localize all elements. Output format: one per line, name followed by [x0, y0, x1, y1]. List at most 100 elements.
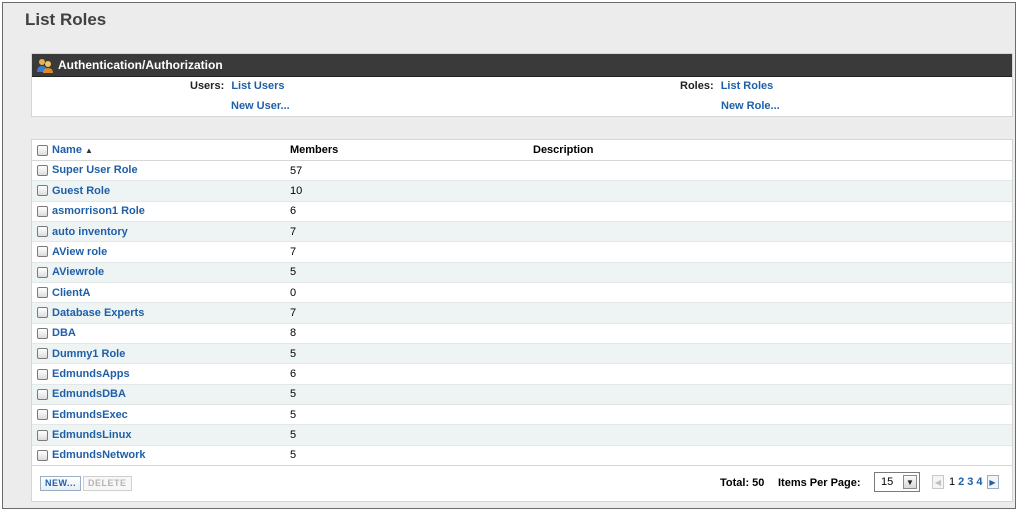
- items-per-page-value: 15: [881, 476, 894, 488]
- role-name-link[interactable]: DBA: [52, 327, 76, 339]
- role-name-link[interactable]: EdmundsDBA: [52, 388, 126, 400]
- role-description: [533, 241, 1012, 263]
- role-members: 6: [290, 201, 533, 222]
- table-row: AViewrole 5: [32, 262, 1012, 283]
- sort-ascending-icon: ▲: [84, 145, 93, 155]
- row-checkbox[interactable]: [37, 368, 48, 380]
- role-name-link[interactable]: EdmundsApps: [52, 368, 130, 380]
- total-count: Total: 50: [720, 477, 765, 489]
- role-description: [533, 424, 1012, 446]
- row-checkbox[interactable]: [37, 165, 48, 177]
- select-all-checkbox[interactable]: [37, 144, 48, 156]
- page-link[interactable]: 3: [967, 476, 973, 488]
- role-description: [533, 445, 1012, 467]
- table-row: Dummy1 Role 5: [32, 343, 1012, 365]
- table-row: ClientA 0: [32, 282, 1012, 304]
- role-members: 5: [290, 404, 533, 426]
- role-name-link[interactable]: AView role: [52, 246, 107, 258]
- role-name-link[interactable]: Database Experts: [52, 307, 144, 319]
- page-link[interactable]: 2: [958, 476, 964, 488]
- table-row: Guest Role 10: [32, 180, 1012, 202]
- role-name-link[interactable]: Guest Role: [52, 185, 110, 197]
- role-members: 7: [290, 302, 533, 324]
- list-roles-link[interactable]: List Roles: [721, 80, 774, 92]
- roles-label: Roles:: [680, 80, 714, 92]
- auth-panel: Authentication/Authorization Users: List…: [31, 53, 1013, 117]
- role-name-link[interactable]: AViewrole: [52, 266, 104, 278]
- next-page-icon[interactable]: ▶: [986, 475, 999, 489]
- new-role-button[interactable]: NEW...: [40, 476, 82, 491]
- role-members: 7: [290, 221, 533, 243]
- description-column-header: Description: [533, 140, 1012, 161]
- table-row: EdmundsDBA 5: [32, 384, 1012, 405]
- previous-page-icon[interactable]: ◀: [932, 475, 944, 489]
- role-description: [533, 384, 1012, 405]
- row-checkbox[interactable]: [37, 348, 48, 360]
- table-row: EdmundsExec 5: [32, 404, 1012, 426]
- role-description: [533, 201, 1012, 222]
- list-users-link[interactable]: List Users: [231, 80, 284, 92]
- table-row: AView role 7: [32, 241, 1012, 263]
- table-row: EdmundsApps 6: [32, 363, 1012, 385]
- role-description: [533, 221, 1012, 243]
- role-members: 6: [290, 363, 533, 385]
- items-per-page-label: Items Per Page:: [778, 477, 861, 489]
- row-checkbox[interactable]: [37, 246, 48, 258]
- role-name-link[interactable]: EdmundsNetwork: [52, 449, 146, 461]
- pagination: ◀ 1234 ▶: [932, 475, 999, 489]
- page-link[interactable]: 4: [976, 476, 982, 488]
- delete-button[interactable]: DELETE: [83, 476, 132, 491]
- role-name-link[interactable]: auto inventory: [52, 226, 128, 238]
- row-checkbox[interactable]: [37, 185, 48, 197]
- roles-table: Name ▲ Members Description Super User Rol…: [32, 140, 1012, 467]
- row-checkbox[interactable]: [37, 409, 48, 421]
- table-row: asmorrison1 Role 6: [32, 201, 1012, 222]
- row-checkbox[interactable]: [37, 327, 48, 339]
- role-name-link[interactable]: asmorrison1 Role: [52, 205, 145, 217]
- new-role-link[interactable]: New Role...: [721, 100, 780, 112]
- role-members: 8: [290, 323, 533, 344]
- row-checkbox[interactable]: [37, 287, 48, 299]
- table-row: Super User Role 57: [32, 160, 1012, 182]
- role-members: 5: [290, 262, 533, 283]
- row-checkbox[interactable]: [37, 429, 48, 441]
- row-checkbox[interactable]: [37, 449, 48, 461]
- role-name-link[interactable]: ClientA: [52, 287, 91, 299]
- roles-table-panel: Name ▲ Members Description Super User Rol…: [31, 139, 1013, 502]
- role-members: 57: [290, 160, 533, 182]
- page-link: 1: [949, 476, 956, 488]
- role-description: [533, 404, 1012, 426]
- new-user-link[interactable]: New User...: [231, 100, 290, 112]
- role-name-link[interactable]: Super User Role: [52, 165, 138, 177]
- role-description: [533, 262, 1012, 283]
- role-name-link[interactable]: EdmundsLinux: [52, 429, 131, 441]
- items-per-page-select[interactable]: 15 ▼: [874, 472, 920, 492]
- table-row: DBA 8: [32, 323, 1012, 344]
- users-icon: [36, 56, 54, 74]
- members-column-header: Members: [290, 140, 533, 161]
- row-checkbox[interactable]: [37, 226, 48, 238]
- role-name-link[interactable]: EdmundsExec: [52, 409, 128, 421]
- dropdown-arrow-icon: ▼: [903, 475, 917, 489]
- table-row: Database Experts 7: [32, 302, 1012, 324]
- table-header-row: Name ▲ Members Description: [32, 140, 1012, 161]
- role-description: [533, 160, 1012, 182]
- role-members: 5: [290, 384, 533, 405]
- auth-panel-header: Authentication/Authorization: [32, 54, 1012, 77]
- role-description: [533, 323, 1012, 344]
- role-members: 7: [290, 241, 533, 263]
- role-members: 5: [290, 343, 533, 365]
- row-checkbox[interactable]: [37, 266, 48, 278]
- table-row: auto inventory 7: [32, 221, 1012, 243]
- name-column-sort-link[interactable]: Name: [52, 144, 82, 156]
- row-checkbox[interactable]: [37, 307, 48, 319]
- role-description: [533, 363, 1012, 385]
- row-checkbox[interactable]: [37, 388, 48, 400]
- page-title: List Roles: [25, 10, 107, 29]
- row-checkbox[interactable]: [37, 205, 48, 217]
- role-description: [533, 282, 1012, 304]
- table-row: EdmundsNetwork 5: [32, 445, 1012, 467]
- role-name-link[interactable]: Dummy1 Role: [52, 348, 125, 360]
- role-members: 5: [290, 445, 533, 467]
- role-description: [533, 343, 1012, 365]
